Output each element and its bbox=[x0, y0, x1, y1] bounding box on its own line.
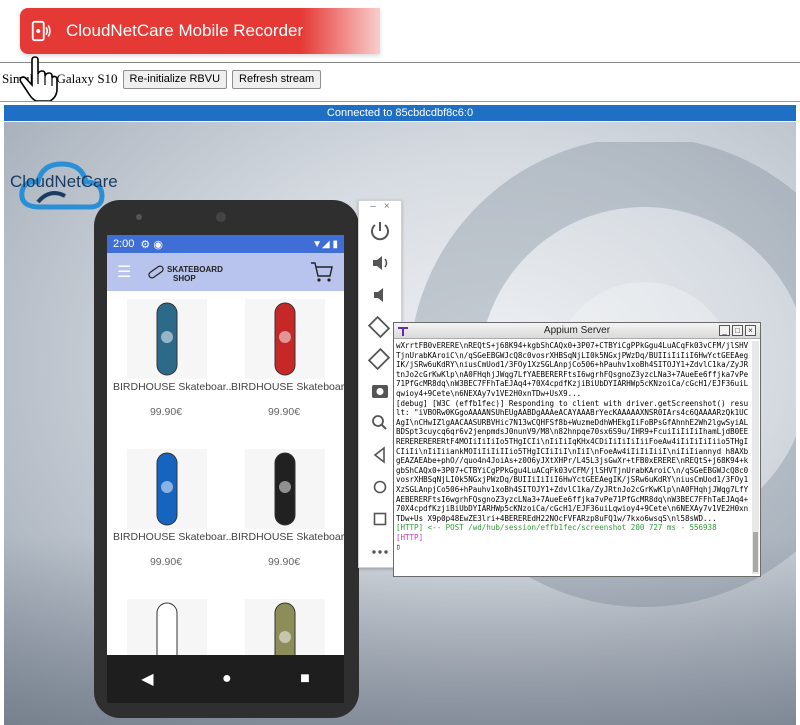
log-line: [debug] [W3C (effb1fec)] Responding to c… bbox=[396, 398, 749, 523]
product-title: BIRDHOUSE Skateboar... bbox=[113, 381, 235, 393]
back-nav-icon[interactable]: ◀ bbox=[141, 669, 153, 689]
hand-cursor-icon bbox=[19, 56, 58, 102]
product-card[interactable]: BIRDHOUSE Skateboar... 99.90€ bbox=[107, 291, 234, 441]
window-controls: _ □ × bbox=[719, 325, 756, 336]
product-card[interactable] bbox=[107, 591, 225, 655]
divider bbox=[0, 62, 800, 63]
power-icon[interactable] bbox=[359, 215, 401, 247]
menu-icon[interactable]: ☰ bbox=[117, 262, 131, 282]
close-icon[interactable]: × bbox=[384, 201, 390, 215]
brand-name: SKATEBOARD SHOP bbox=[167, 265, 223, 283]
recents-nav-icon[interactable]: ■ bbox=[300, 670, 310, 688]
volume-down-icon[interactable] bbox=[359, 279, 401, 311]
scrollbar-thumb[interactable] bbox=[753, 532, 758, 572]
appium-server-window: Appium Server _ □ × wXrrtFB0vERERE\nREQt… bbox=[393, 322, 761, 577]
cart-icon[interactable] bbox=[310, 261, 334, 283]
window-maximize-icon[interactable]: □ bbox=[732, 325, 743, 336]
phone-device: 2:00 ⚙ ◉ ▼◢ ▮ ☰ SKATEBOARD SHOP BIRDHOUS… bbox=[94, 200, 359, 718]
log-line: wXrrtFB0vERERE\nREQtS+j68K94+kgbShCAQx0+… bbox=[396, 341, 749, 398]
controls-header: – × bbox=[359, 201, 401, 215]
product-price: 99.90€ bbox=[267, 556, 301, 568]
skateboard-logo-icon bbox=[148, 265, 164, 279]
connection-status: Connected to 85cbdcdbf8c6:0 bbox=[4, 105, 796, 121]
log-scrollbar[interactable] bbox=[752, 341, 759, 574]
recorder-title-bar: CloudNetCare Mobile Recorder bbox=[20, 8, 380, 54]
recorder-banner: CloudNetCare Mobile Recorder bbox=[0, 0, 380, 58]
product-card[interactable]: BIRDHOUSE Skateboar... 99.90€ bbox=[107, 441, 234, 591]
navigation-bar: ◀ ● ■ bbox=[107, 655, 344, 703]
camera-icon bbox=[136, 214, 142, 220]
log-line: [HTTP] <-- POST /wd/hub/session/effb1fec… bbox=[396, 523, 717, 533]
status-time: 2:00 bbox=[113, 238, 135, 250]
product-card[interactable]: BIRDHOUSE Skateboar... 99.90€ bbox=[225, 291, 344, 441]
product-title: BIRDHOUSE Skateboar... bbox=[231, 531, 344, 543]
window-close-icon[interactable]: × bbox=[745, 325, 756, 336]
refresh-stream-button[interactable]: Refresh stream bbox=[232, 69, 322, 89]
log-line: [HTTP] bbox=[396, 532, 424, 542]
skateboard-image bbox=[245, 299, 325, 379]
minimize-icon[interactable]: – bbox=[370, 201, 376, 215]
signal-battery-icon: ▼◢ ▮ bbox=[312, 238, 338, 250]
app-bar: ☰ SKATEBOARD SHOP bbox=[107, 253, 344, 291]
skateboard-image bbox=[245, 599, 325, 655]
window-minimize-icon[interactable]: _ bbox=[719, 325, 730, 336]
product-price: 99.90€ bbox=[149, 406, 183, 418]
mobile-record-icon bbox=[31, 20, 51, 42]
product-price: 99.90€ bbox=[267, 406, 301, 418]
skateboard-image bbox=[127, 599, 207, 655]
stream-frame: Connected to 85cbdcdbf8c6:0 CloudNetCare… bbox=[0, 101, 800, 725]
remote-desktop[interactable]: CloudNetCare 2:00 ⚙ ◉ ▼◢ ▮ ☰ SKATEBOARD bbox=[4, 122, 796, 725]
appium-title-bar[interactable]: Appium Server _ □ × bbox=[394, 323, 760, 339]
status-bar: 2:00 ⚙ ◉ ▼◢ ▮ bbox=[107, 235, 344, 253]
appium-title: Appium Server bbox=[543, 325, 611, 336]
product-card[interactable] bbox=[225, 591, 343, 655]
product-grid: BIRDHOUSE Skateboar... 99.90€ BIRDHOUSE Sk… bbox=[107, 291, 344, 655]
product-title: BIRDHOUSE Skateboar... bbox=[231, 381, 344, 393]
skateboard-image bbox=[245, 449, 325, 529]
skateboard-image bbox=[127, 299, 207, 379]
skateboard-image bbox=[127, 449, 207, 529]
product-price: 99.90€ bbox=[149, 556, 183, 568]
app-title: CloudNetCare Mobile Recorder bbox=[66, 21, 304, 40]
home-nav-icon[interactable]: ● bbox=[222, 670, 232, 688]
product-card[interactable]: BIRDHOUSE Skateboar... 99.90€ bbox=[225, 441, 344, 591]
volume-up-icon[interactable] bbox=[359, 247, 401, 279]
reinitialize-rbvu-button[interactable]: Re-initialize RBVU bbox=[122, 69, 228, 89]
status-icons: ⚙ ◉ bbox=[140, 238, 163, 251]
logo-text: CloudNetCare bbox=[10, 172, 118, 191]
product-title: BIRDHOUSE Skateboar... bbox=[113, 531, 235, 543]
phone-screen[interactable]: 2:00 ⚙ ◉ ▼◢ ▮ ☰ SKATEBOARD SHOP BIRDHOUS… bbox=[107, 235, 344, 655]
terminal-cursor: ▯ bbox=[396, 542, 401, 552]
appium-log[interactable]: wXrrtFB0vERERE\nREQtS+j68K94+kgbShCAQx0+… bbox=[396, 341, 752, 574]
front-sensor bbox=[216, 212, 226, 222]
